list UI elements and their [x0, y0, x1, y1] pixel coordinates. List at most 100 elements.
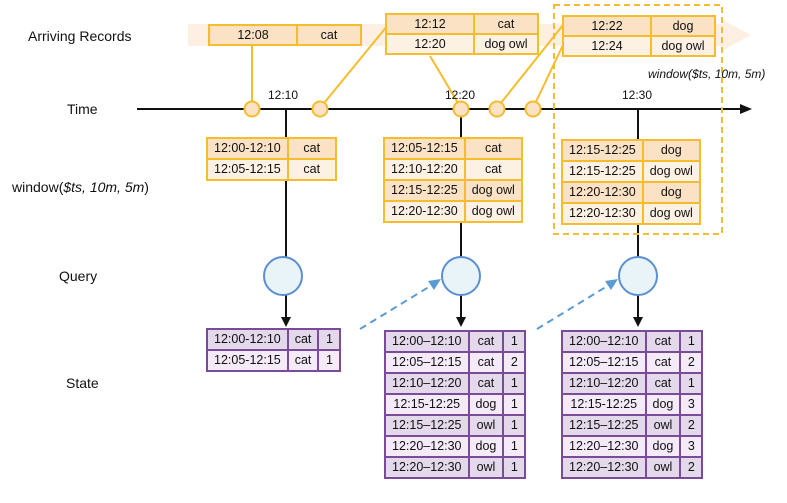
table-cell: 3 [681, 437, 702, 456]
table-cell: 3 [681, 395, 702, 414]
table-row: 12:20-12:30 dog owl [385, 202, 521, 221]
table-cell: cat [465, 160, 521, 179]
table-cell: dog owl [465, 181, 521, 200]
table-cell: dog owl [643, 162, 699, 181]
arriving-record-table: 12:22 dog 12:24 dog owl [562, 15, 716, 57]
table-row: 12:15–12:25 owl 1 [386, 416, 525, 435]
table-cell: 12:10-12:20 [385, 160, 464, 179]
table-cell: 1 [504, 437, 525, 456]
table-cell: 2 [681, 353, 702, 372]
table-cell: dog [469, 395, 503, 414]
arriving-record-table: 12:08 cat [208, 24, 362, 46]
table-cell: 12:20–12:30 [563, 437, 645, 456]
table-row: 12:20 dog owl [387, 33, 537, 53]
table-cell: cat [475, 15, 537, 33]
state-table: 12:00–12:10 cat 1 12:05–12:15 cat 2 12:10–12:2… [561, 330, 704, 479]
table-cell: dog owl [465, 202, 521, 221]
table-cell: 1 [681, 374, 702, 393]
table-cell: cat [288, 160, 335, 179]
arrival-point [452, 100, 470, 118]
table-cell: 2 [681, 416, 702, 435]
table-cell: owl [646, 458, 680, 477]
table-cell: cat [288, 351, 318, 370]
table-cell: dog owl [643, 204, 699, 223]
table-cell: 12:08 [210, 26, 298, 44]
table-cell: 1 [319, 351, 340, 370]
table-row: 12:05–12:15 cat 2 [563, 353, 702, 372]
table-cell: cat [646, 374, 680, 393]
window-table: 12:00-12:10 cat 12:05-12:15 cat [206, 137, 337, 181]
time-tick-label: 12:10 [268, 88, 299, 102]
time-axis-arrow-icon [740, 104, 752, 114]
table-cell: cat [469, 332, 503, 351]
table-cell: 12:20–12:30 [563, 458, 645, 477]
table-cell: 12:05-12:15 [208, 351, 287, 370]
arrow-down-icon [456, 317, 466, 327]
table-cell: 1 [504, 416, 525, 435]
table-cell: cat [288, 330, 318, 349]
table-cell: 1 [504, 395, 525, 414]
table-cell: cat [469, 353, 503, 372]
time-tick-label: 12:30 [622, 88, 653, 102]
table-cell: 12:24 [564, 35, 652, 55]
table-cell: dog [646, 395, 680, 414]
window-table: 12:05-12:15 cat 12:10-12:20 cat 12:15-12:25 d… [383, 137, 523, 223]
table-cell: 1 [504, 374, 525, 393]
table-cell: 12:15–12:25 [563, 416, 645, 435]
table-row: 12:22 dog [564, 17, 714, 35]
table-cell: 12:05-12:15 [385, 139, 464, 158]
state-table: 12:00–12:10 cat 1 12:05–12:15 cat 2 12:10–12:2… [384, 330, 527, 479]
arrival-point [243, 100, 261, 118]
state-table: 12:00-12:10 cat 1 12:05-12:15 cat 1 [206, 328, 342, 372]
table-cell: dog owl [652, 35, 714, 55]
table-cell: dog [652, 17, 714, 35]
table-cell: cat [465, 139, 521, 158]
table-cell: 12:15-12:25 [563, 395, 645, 414]
table-cell: 1 [319, 330, 340, 349]
table-cell: 12:12 [387, 15, 475, 33]
table-cell: 12:05–12:15 [386, 353, 468, 372]
table-cell: cat [469, 374, 503, 393]
table-cell: 12:15-12:25 [563, 141, 642, 160]
table-cell: 12:10–12:20 [386, 374, 468, 393]
table-cell: dog [643, 141, 699, 160]
table-cell: 12:10–12:20 [563, 374, 645, 393]
table-cell: 12:00–12:10 [563, 332, 645, 351]
table-row: 12:15-12:25 dog owl [563, 162, 699, 181]
table-cell: dog [469, 437, 503, 456]
table-row: 12:20-12:30 dog [563, 183, 699, 202]
table-cell: dog [643, 183, 699, 202]
table-row: 12:20–12:30 owl 2 [563, 458, 702, 477]
arrow-down-icon [633, 317, 643, 327]
table-cell: 12:20–12:30 [386, 437, 468, 456]
table-cell: 12:15-12:25 [385, 181, 464, 200]
arrival-point [311, 100, 329, 118]
table-row: 12:08 cat [210, 26, 360, 44]
table-row: 12:20-12:30 dog owl [563, 204, 699, 223]
table-row: 12:24 dog owl [564, 35, 714, 55]
table-cell: 2 [504, 353, 525, 372]
table-cell: dog owl [475, 33, 537, 53]
table-cell: dog [646, 437, 680, 456]
table-row: 12:15-12:25 dog 3 [563, 395, 702, 414]
table-row: 12:00–12:10 cat 1 [386, 332, 525, 351]
table-row: 12:15-12:25 dog [563, 141, 699, 160]
table-cell: 12:15–12:25 [386, 416, 468, 435]
arrival-point [524, 100, 542, 118]
table-cell: 12:20-12:30 [563, 204, 642, 223]
table-row: 12:15-12:25 dog 1 [386, 395, 525, 414]
query-node [263, 256, 303, 296]
table-row: 12:10–12:20 cat 1 [563, 374, 702, 393]
table-cell: 12:20-12:30 [563, 183, 642, 202]
table-row: 12:10–12:20 cat 1 [386, 374, 525, 393]
table-cell: 12:05–12:15 [563, 353, 645, 372]
arrow-down-icon [281, 317, 291, 327]
table-cell: owl [646, 416, 680, 435]
table-cell: 12:22 [564, 17, 652, 35]
query-node [441, 256, 481, 296]
table-row: 12:00-12:10 cat 1 [208, 330, 340, 349]
table-cell: cat [646, 332, 680, 351]
table-row: 12:20–12:30 owl 1 [386, 458, 525, 477]
table-cell: owl [469, 458, 503, 477]
arrow-head-icon [605, 279, 618, 290]
